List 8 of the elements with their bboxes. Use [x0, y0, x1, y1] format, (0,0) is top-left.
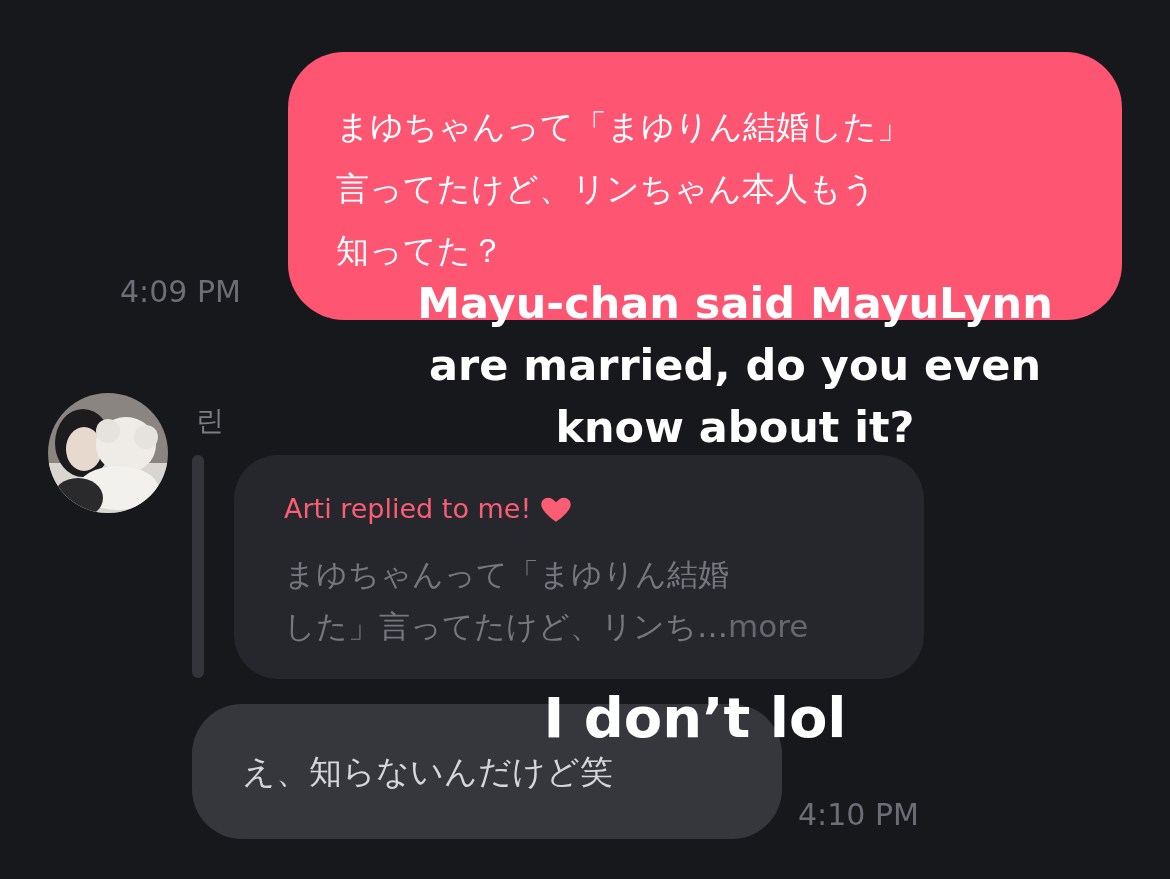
more-link[interactable]: more: [728, 607, 809, 644]
reply-title: Arti replied to me!: [284, 492, 532, 526]
sender-name: 린: [196, 403, 224, 439]
quoted-message: まゆちゃんって「まゆりん結婚 した」言ってたけど、リンち…more: [284, 554, 810, 646]
caption-text: Mayu-chan said MayuLynn are married, do you even know about it?: [416, 277, 1054, 454]
message-time: 4:10 PM: [798, 796, 919, 834]
message-time: 4:09 PM: [120, 273, 241, 311]
caption-text: I don’t lol: [542, 684, 848, 752]
